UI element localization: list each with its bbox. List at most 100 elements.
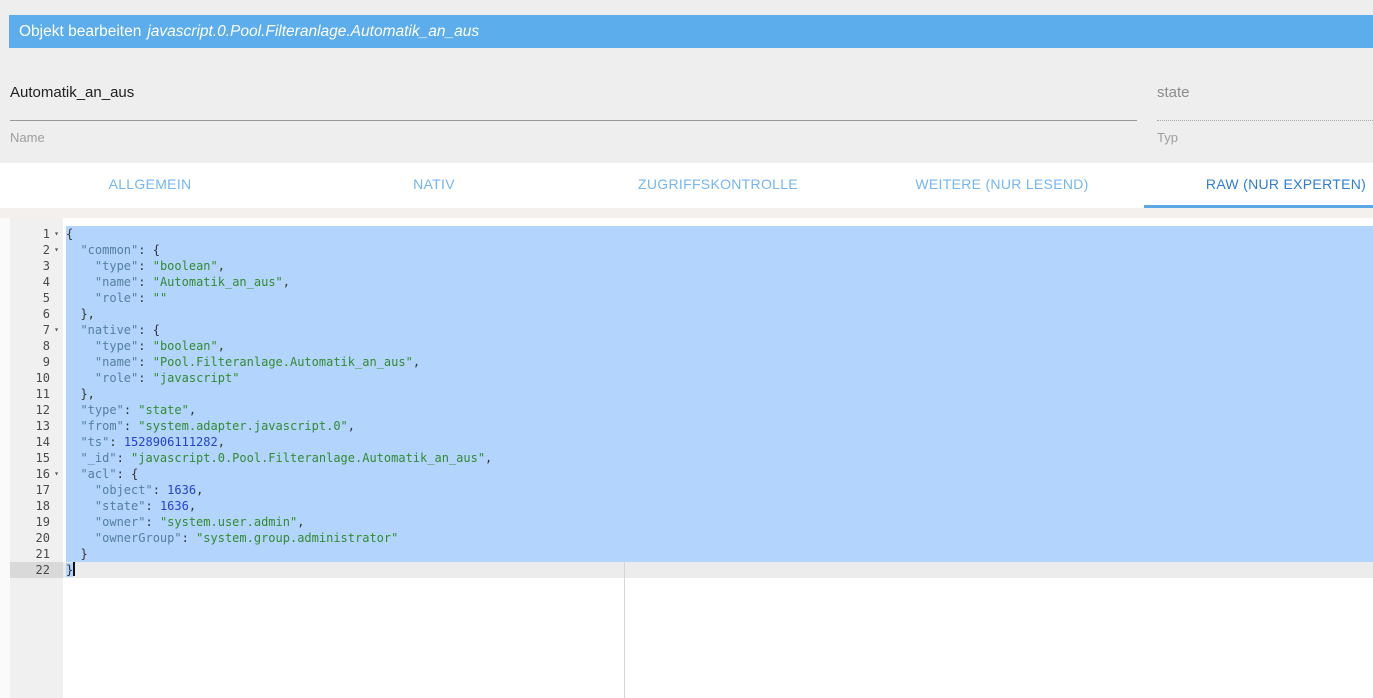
line-number: 17 [35, 483, 50, 497]
code-line[interactable]: }, [66, 386, 1373, 402]
editor-left-margin [0, 218, 10, 698]
dialog-title-bar: Objekt bearbeiten javascript.0.Pool.Filt… [9, 15, 1373, 48]
code-token: , [217, 435, 225, 449]
json-editor[interactable]: 1 ▾ 2 ▾ 3 4 5 6 7 ▾ 8 9 10 11 12 13 14 15 16 ▾ 17 18 19 20 21 22 … [0, 218, 1373, 698]
code-token: "_id" [80, 451, 117, 465]
code-token: "system.adapter.javascript.0" [138, 419, 348, 433]
code-line[interactable]: }, [66, 306, 1373, 322]
code-token: "state" [138, 403, 189, 417]
code-token: : { [116, 467, 139, 481]
tab-zugriffskontrolle[interactable]: ZUGRIFFSKONTROLLE [576, 163, 860, 208]
gutter-line: 21 [10, 546, 63, 562]
gutter-line: 13 [10, 418, 63, 434]
gutter-line: 7 ▾ [10, 322, 63, 338]
code-token: "boolean" [152, 339, 218, 353]
code-token: "owner" [94, 515, 146, 529]
name-input[interactable]: Automatik_an_aus [10, 84, 134, 101]
code-line[interactable]: "role": "" [66, 290, 1373, 306]
code-token: "object" [94, 483, 153, 497]
code-line[interactable]: "owner": "system.user.admin", [66, 514, 1373, 530]
code-token: , [297, 515, 305, 529]
code-token: : { [138, 323, 160, 337]
code-line[interactable]: "type": "boolean", [66, 338, 1373, 354]
line-number: 5 [42, 291, 50, 305]
code-token: "Pool.Filteranlage.Automatik_an_aus" [152, 355, 413, 369]
tab-allgemein[interactable]: ALLGEMEIN [8, 163, 292, 208]
code-line[interactable]: } [66, 546, 1373, 562]
line-number: 21 [35, 547, 50, 561]
code-line[interactable]: "name": "Automatik_an_aus", [66, 274, 1373, 290]
fold-arrow-icon[interactable]: ▾ [50, 226, 63, 242]
line-number: 9 [42, 355, 50, 369]
gutter-line: 14 [10, 434, 63, 450]
gutter-line: 20 [10, 530, 63, 546]
code-line[interactable]: "acl": { [66, 466, 1373, 482]
code-line[interactable]: "native": { [66, 322, 1373, 338]
editor-code-area[interactable]: { "common": { "type": "boolean", "name":… [63, 218, 1373, 698]
line-number: 16 [35, 467, 50, 481]
code-line[interactable]: "role": "javascript" [66, 370, 1373, 386]
code-line[interactable]: "type": "boolean", [66, 258, 1373, 274]
code-token: , [347, 419, 356, 433]
gutter-line: 11 [10, 386, 63, 402]
gutter-line: 22 [10, 562, 63, 578]
line-number: 19 [35, 515, 50, 529]
tab-raw[interactable]: RAW (NUR EXPERTEN) [1144, 163, 1373, 208]
code-line[interactable]: "name": "Pool.Filteranlage.Automatik_an_… [66, 354, 1373, 370]
code-line[interactable]: { [66, 226, 1373, 242]
code-line[interactable]: "type": "state", [66, 402, 1373, 418]
code-token: "role" [94, 371, 139, 385]
line-number: 7 [42, 323, 50, 337]
code-line[interactable]: "state": 1636, [66, 498, 1373, 514]
code-line[interactable]: "object": 1636, [66, 482, 1373, 498]
name-input-underline [10, 120, 1137, 121]
line-number: 8 [42, 339, 50, 353]
gutter-line: 5 [10, 290, 63, 306]
code-token: "common" [80, 243, 139, 257]
code-token: "type" [94, 259, 139, 273]
code-token: , [188, 499, 197, 513]
code-line[interactable]: "ts": 1528906111282, [66, 434, 1373, 450]
gutter-line: 2 ▾ [10, 242, 63, 258]
code-line[interactable]: "ownerGroup": "system.group.administrato… [66, 530, 1373, 546]
code-line[interactable]: "_id": "javascript.0.Pool.Filteranlage.A… [66, 450, 1373, 466]
code-token: } [66, 547, 88, 561]
code-token: , [217, 259, 225, 273]
line-number: 15 [35, 451, 50, 465]
gutter-line: 17 [10, 482, 63, 498]
code-token: }, [66, 387, 95, 401]
object-form: Automatik_an_aus Name state Typ [0, 48, 1373, 163]
code-token: : [152, 483, 168, 497]
code-token: , [485, 451, 493, 465]
code-token: "system.group.administrator" [196, 531, 399, 545]
line-number: 10 [35, 371, 50, 385]
tab-weitere[interactable]: WEITERE (NUR LESEND) [860, 163, 1144, 208]
line-number: 11 [35, 387, 50, 401]
code-token: "boolean" [152, 259, 218, 273]
tab-nativ[interactable]: NATIV [292, 163, 576, 208]
code-token: "system.user.admin" [159, 515, 298, 529]
code-line[interactable]: "from": "system.adapter.javascript.0", [66, 418, 1373, 434]
code-line[interactable]: } [63, 562, 1373, 578]
code-token: "ownerGroup" [94, 531, 182, 545]
code-line[interactable]: "common": { [66, 242, 1373, 258]
line-number: 13 [35, 419, 50, 433]
code-token: 1636 [167, 483, 197, 497]
fold-arrow-icon[interactable]: ▾ [50, 322, 63, 338]
code-token: , [282, 275, 290, 289]
code-token: "Automatik_an_aus" [152, 275, 283, 289]
gutter-line: 16 ▾ [10, 466, 63, 482]
fold-arrow-icon[interactable]: ▾ [50, 466, 63, 482]
code-token: : [138, 259, 153, 273]
fold-arrow-icon[interactable]: ▾ [50, 242, 63, 258]
code-token: : [138, 355, 153, 369]
